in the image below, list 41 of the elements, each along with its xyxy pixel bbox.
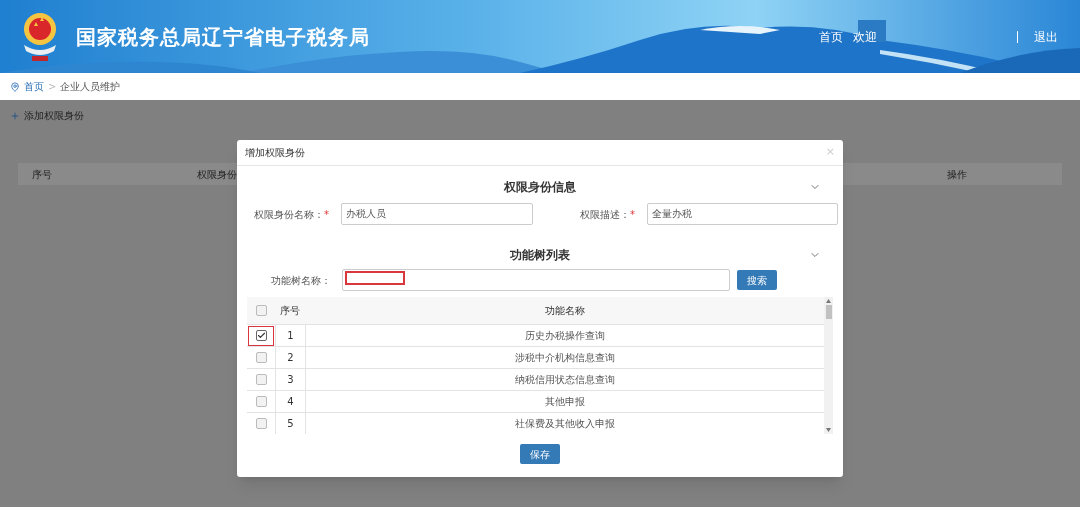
location-pin-icon <box>10 81 20 92</box>
plus-icon <box>10 110 20 121</box>
search-button[interactable]: 搜索 <box>737 270 777 290</box>
column-header: 序号 <box>32 167 52 182</box>
column-header: 功能名称 <box>543 304 586 318</box>
table-cell: 4 <box>275 391 305 412</box>
search-field[interactable] <box>342 269 730 291</box>
nav-link[interactable]: 首页 <box>819 27 843 46</box>
checkbox[interactable] <box>255 374 267 385</box>
checkbox[interactable] <box>255 352 267 363</box>
dialog-title: 增加权限身份 <box>245 146 305 160</box>
section-heading: 功能树列表 <box>510 247 570 264</box>
checkbox[interactable] <box>255 418 267 429</box>
check-icon <box>256 331 266 340</box>
column-header: 序号 <box>279 304 301 318</box>
breadcrumb-separator: > <box>48 80 57 94</box>
nav-link[interactable]: 欢迎 <box>853 27 877 46</box>
logout-link[interactable]: 退出 <box>1034 27 1058 46</box>
field-label: 功能树名称： <box>270 273 331 288</box>
save-button[interactable]: 保存 <box>520 444 560 464</box>
breadcrumb-link[interactable]: 首页 <box>24 79 44 94</box>
text-field[interactable]: 全量办税 <box>647 203 838 225</box>
add-button[interactable]: 添加权限身份 <box>10 108 84 123</box>
scrollbar-thumb[interactable] <box>825 305 832 319</box>
checkbox[interactable] <box>255 305 267 316</box>
field-label: 权限身份名称：* <box>253 207 329 222</box>
table-cell: 2 <box>275 347 305 368</box>
breadcrumb-link[interactable]: 企业人员维护 <box>60 79 121 94</box>
column-header: 操作 <box>947 167 967 182</box>
table-cell: 5 <box>275 413 305 434</box>
site-title: 国家税务总局辽宁省电子税务局 <box>76 23 370 51</box>
checkbox[interactable] <box>255 330 267 341</box>
checkbox[interactable] <box>255 396 267 407</box>
section-heading: 权限身份信息 <box>504 179 576 196</box>
table-cell: 1 <box>275 325 305 346</box>
scroll-up-icon[interactable] <box>826 299 831 303</box>
column-header: 权限身份 <box>197 167 237 182</box>
field-label: 权限描述：* <box>579 207 635 222</box>
scroll-down-icon[interactable] <box>826 428 831 432</box>
table-cell: 3 <box>275 369 305 390</box>
text-field[interactable]: 办税人员 <box>341 203 533 225</box>
